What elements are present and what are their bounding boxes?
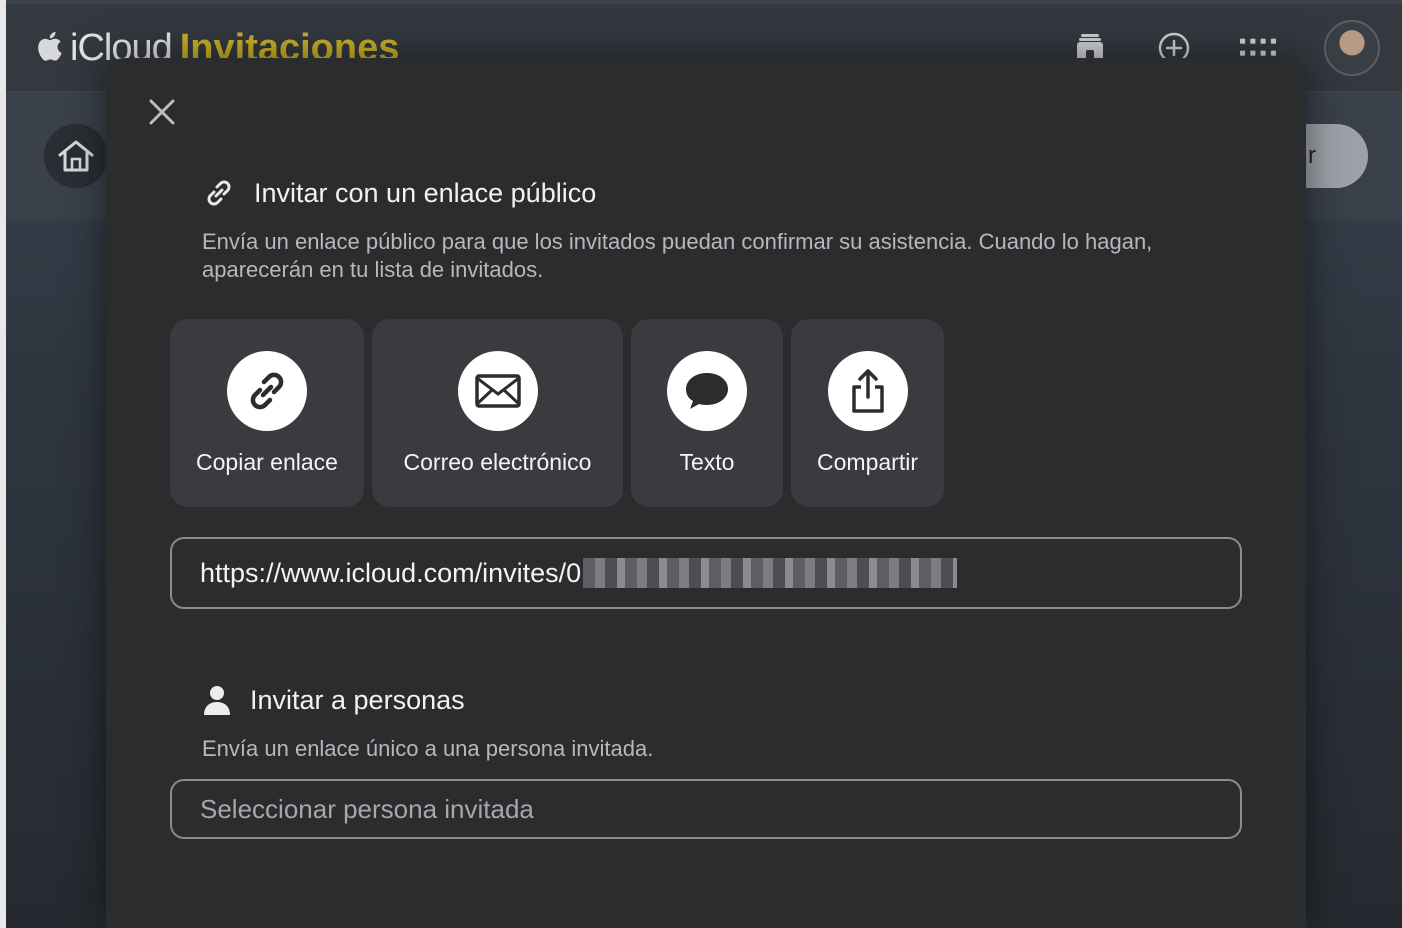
home-icon bbox=[58, 140, 94, 172]
share-label: Compartir bbox=[817, 449, 918, 475]
redacted-url-token bbox=[583, 558, 958, 588]
invite-people-description: Envía un enlace único a una persona invi… bbox=[202, 736, 654, 761]
copy-link-label: Copiar enlace bbox=[196, 449, 338, 475]
public-link-heading: Invitar con un enlace público bbox=[202, 176, 596, 210]
share-actions: Copiar enlace Correo electrónico Texto C… bbox=[170, 319, 944, 507]
share-icon bbox=[827, 351, 908, 431]
share-button[interactable]: Compartir bbox=[791, 319, 944, 507]
app-background: iCloud Invitaciones r Invitar con un enl… bbox=[0, 0, 1402, 928]
text-message-button[interactable]: Texto bbox=[631, 319, 783, 507]
link-icon bbox=[227, 351, 307, 431]
public-link-title: Invitar con un enlace público bbox=[254, 177, 597, 208]
invite-people-heading: Invitar a personas bbox=[202, 684, 465, 716]
mail-icon bbox=[457, 351, 538, 431]
message-bubble-icon bbox=[667, 351, 747, 431]
home-button[interactable] bbox=[44, 124, 108, 188]
close-button[interactable] bbox=[144, 94, 180, 130]
select-guest-field[interactable]: Seleccionar persona invitada bbox=[170, 779, 1242, 839]
select-guest-placeholder: Seleccionar persona invitada bbox=[200, 793, 534, 824]
email-label: Correo electrónico bbox=[403, 449, 592, 475]
user-avatar[interactable] bbox=[1324, 20, 1380, 76]
text-message-label: Texto bbox=[679, 449, 735, 475]
public-link-url-field[interactable]: https://www.icloud.com/invites/0 bbox=[170, 537, 1242, 609]
invite-people-title: Invitar a personas bbox=[250, 684, 465, 715]
link-icon bbox=[207, 180, 231, 206]
public-link-url: https://www.icloud.com/invites/0 bbox=[200, 557, 582, 588]
invite-modal: Invitar con un enlace público Envía un e… bbox=[106, 58, 1306, 928]
public-link-description: Envía un enlace público para que los inv… bbox=[202, 229, 1153, 282]
close-icon bbox=[149, 99, 175, 125]
copy-link-button[interactable]: Copiar enlace bbox=[170, 319, 364, 507]
subbar-action-label: r bbox=[1308, 142, 1316, 169]
apple-logo-icon bbox=[36, 31, 62, 66]
person-icon bbox=[204, 686, 230, 715]
email-button[interactable]: Correo electrónico bbox=[372, 319, 623, 507]
